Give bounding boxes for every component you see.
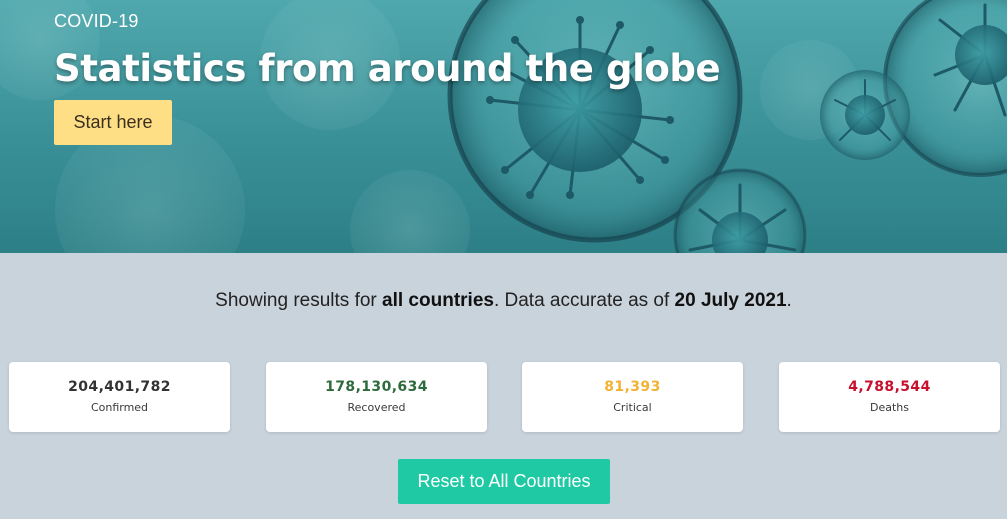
stat-value: 4,788,544	[848, 379, 931, 395]
summary-suffix: .	[786, 290, 792, 311]
stat-value: 81,393	[604, 379, 661, 395]
stat-label: Confirmed	[90, 401, 149, 414]
summary-prefix: Showing results for	[215, 290, 383, 311]
stat-value: 204,401,782	[68, 379, 171, 395]
summary-middle: . Data accurate as of	[493, 290, 675, 311]
stat-label: Deaths	[870, 401, 909, 414]
stat-label: Critical	[613, 401, 652, 414]
summary-date: 20 July 2021	[674, 290, 787, 311]
start-here-button[interactable]: Start here	[54, 100, 172, 145]
stat-value: 178,130,634	[325, 379, 428, 395]
hero-eyebrow: COVID-19	[54, 11, 139, 31]
reset-countries-button[interactable]: Reset to All Countries	[398, 459, 610, 504]
summary-scope: all countries	[382, 290, 494, 311]
stat-label: Recovered	[347, 401, 406, 414]
results-summary: Showing results for all countries. Data …	[0, 290, 1007, 312]
stat-card-confirmed: 204,401,782 Confirmed	[9, 362, 230, 432]
hero-banner: COVID-19 Statistics from around the glob…	[0, 0, 1007, 253]
stat-card-deaths: 4,788,544 Deaths	[779, 362, 1000, 432]
stat-card-recovered: 178,130,634 Recovered	[266, 362, 487, 432]
page-title: Statistics from around the globe	[54, 47, 721, 90]
stat-card-critical: 81,393 Critical	[522, 362, 743, 432]
